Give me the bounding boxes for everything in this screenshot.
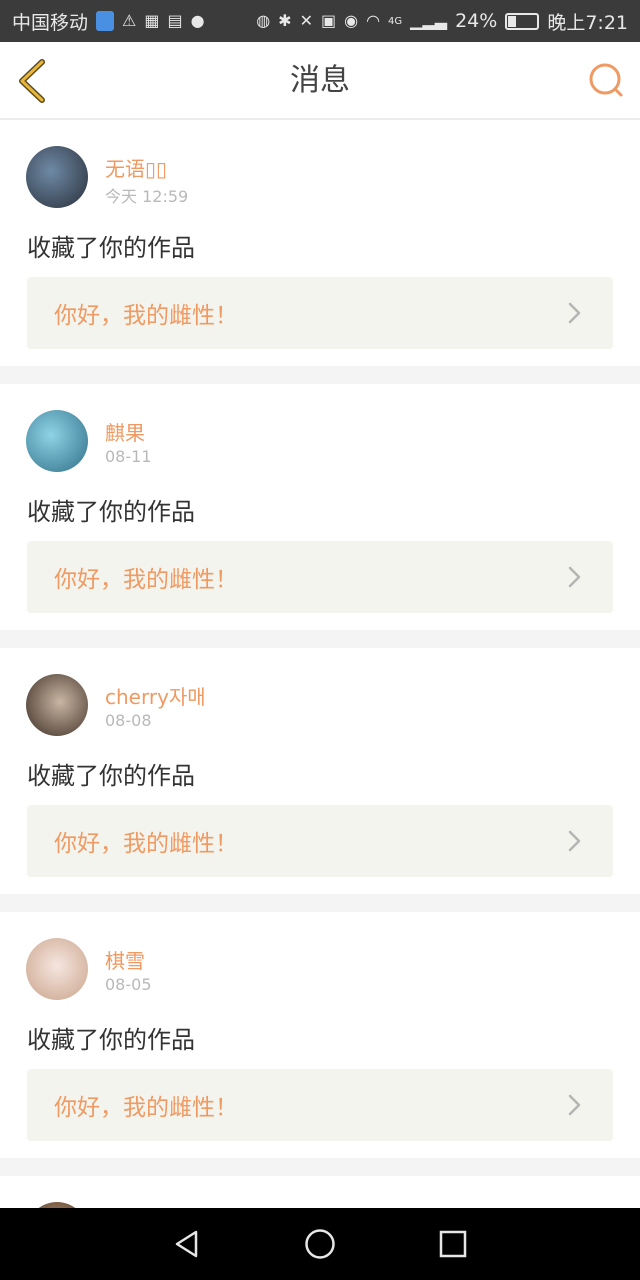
work-link[interactable]: 你好，我的雌性！ xyxy=(27,541,613,613)
action-text: 收藏了你的作品 xyxy=(27,762,195,790)
nav-recents-button[interactable] xyxy=(423,1214,483,1274)
warning-icon: ⚠ xyxy=(122,11,137,30)
message-card: 麒果 08-11 收藏了你的作品 你好，我的雌性！ xyxy=(0,384,640,630)
battery-percent: 24% xyxy=(455,10,498,32)
action-text: 收藏了你的作品 xyxy=(27,1026,195,1054)
avatar[interactable] xyxy=(26,938,88,1000)
work-title: 你好，我的雌性！ xyxy=(54,303,238,329)
avatar[interactable] xyxy=(26,410,88,472)
message-card: 无语▯▯ 今天 12:59 收藏了你的作品 你好，我的雌性！ xyxy=(0,120,640,366)
network-type-label: 4G xyxy=(388,15,403,27)
circle-home-icon xyxy=(305,1229,335,1259)
message-date: 08-05 xyxy=(105,975,152,994)
back-button[interactable] xyxy=(14,58,60,104)
square-recents-icon xyxy=(440,1230,467,1258)
message-date: 08-11 xyxy=(105,447,152,466)
signal-icon: ▁▂▃ xyxy=(410,11,448,30)
avatar[interactable] xyxy=(26,146,88,208)
chevron-right-icon xyxy=(568,1094,581,1116)
message-list: 无语▯▯ 今天 12:59 收藏了你的作品 你好，我的雌性！ 麒果 08-11 … xyxy=(0,120,640,1208)
nav-home-button[interactable] xyxy=(290,1214,350,1274)
triangle-back-icon xyxy=(175,1230,197,1258)
work-title: 你好，我的雌性！ xyxy=(54,831,238,857)
user-name[interactable]: 无语▯▯ xyxy=(105,153,167,182)
nav-back-button[interactable] xyxy=(157,1214,217,1274)
message-card: 棋雪 08-05 收藏了你的作品 你好，我的雌性！ xyxy=(0,912,640,1158)
mute-icon: ✕ xyxy=(299,11,313,30)
action-text: 收藏了你的作品 xyxy=(27,498,195,526)
wifi-icon: ◠ xyxy=(366,11,381,30)
action-text: 收藏了你的作品 xyxy=(27,234,195,262)
message-date: 08-08 xyxy=(105,711,152,730)
chevron-right-icon xyxy=(568,566,581,588)
work-link[interactable]: 你好，我的雌性！ xyxy=(27,805,613,877)
header: 消息 xyxy=(0,42,640,120)
user-name[interactable]: cherry자매 xyxy=(105,681,206,710)
user-name[interactable]: 棋雪 xyxy=(105,945,145,974)
user-name[interactable]: 麒果 xyxy=(105,417,145,446)
shield-icon xyxy=(96,11,115,31)
avatar[interactable] xyxy=(26,674,88,736)
page-title: 消息 xyxy=(290,63,350,98)
clock: 晚上7:21 xyxy=(547,11,628,34)
app-notification-icon: ▦ xyxy=(144,11,160,30)
app-notification-icon: ▤ xyxy=(167,11,183,30)
message-card xyxy=(0,1176,640,1208)
work-title: 你好，我的雌性！ xyxy=(54,567,238,593)
battery-icon xyxy=(505,12,540,30)
status-bar: 中国移动 ⚠ ▦ ▤ ● ◍ ✱ ✕ ▣ ◉ ◠ 4G ▁▂▃ 24% 晚上7:… xyxy=(0,0,640,42)
back-arrow-icon xyxy=(19,59,45,103)
search-icon xyxy=(589,63,623,97)
work-link[interactable]: 你好，我的雌性！ xyxy=(27,277,613,349)
message-date: 今天 12:59 xyxy=(105,187,189,206)
work-link[interactable]: 你好，我的雌性！ xyxy=(27,1069,613,1141)
hd-icon: ▣ xyxy=(320,11,337,30)
search-button[interactable] xyxy=(586,60,626,100)
carrier-label: 中国移动 xyxy=(12,11,89,34)
bluetooth-icon: ✱ xyxy=(278,11,292,30)
chat-icon: ● xyxy=(190,11,205,30)
chevron-right-icon xyxy=(568,830,581,852)
work-title: 你好，我的雌性！ xyxy=(54,1095,238,1121)
chevron-right-icon xyxy=(568,302,581,324)
system-nav-bar xyxy=(0,1208,640,1280)
message-card: cherry자매 08-08 收藏了你的作品 你好，我的雌性！ xyxy=(0,648,640,894)
data-saver-icon: ◍ xyxy=(256,11,271,30)
eye-icon: ◉ xyxy=(344,11,359,30)
